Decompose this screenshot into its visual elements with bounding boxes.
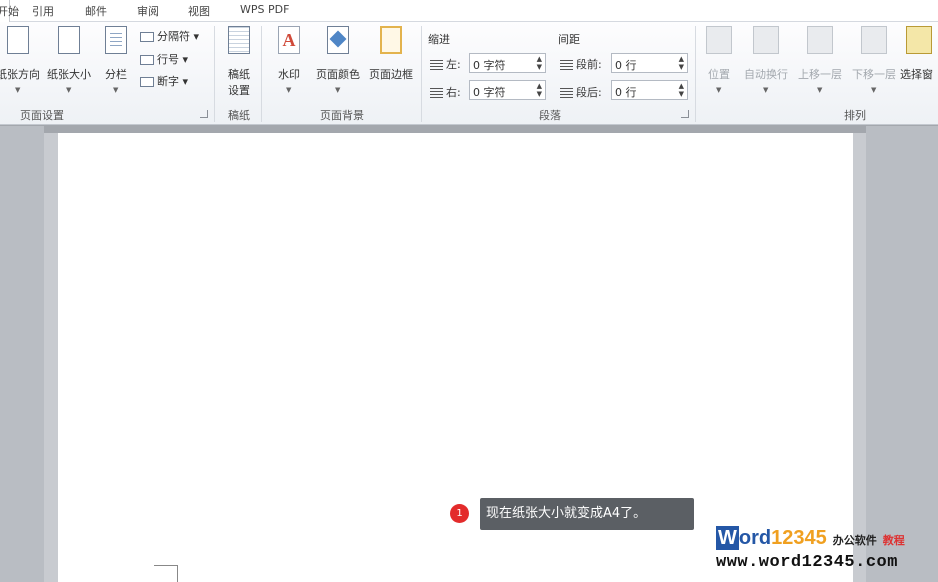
step-badge: 1 [450, 504, 469, 523]
wrap-text-button[interactable]: 自动换行 ▼ [740, 26, 792, 106]
selection-pane-icon [906, 26, 932, 54]
indent-left-input[interactable]: 0 字符 ▲ ▼ [469, 53, 546, 73]
indent-left-icon [430, 60, 443, 70]
columns-icon [105, 26, 127, 54]
group-label-manuscript: 稿纸 [228, 109, 250, 122]
breaks-icon [140, 32, 154, 42]
spacing-before-input[interactable]: 0 行 ▲ ▼ [611, 53, 688, 73]
site-logo: Word12345 办公软件 教程 [716, 526, 905, 550]
chevron-down-icon: ▼ [15, 86, 21, 94]
spacing-before-icon [560, 60, 573, 70]
send-backward-button[interactable]: 下移一层 ▼ [848, 26, 900, 106]
spin-arrows-icon[interactable]: ▲ ▼ [537, 55, 542, 71]
tab-view[interactable]: 视图 [188, 3, 210, 19]
chevron-down-icon: ▼ [817, 86, 823, 94]
page-corner-mark [154, 565, 178, 582]
tab-home[interactable]: 开始 [0, 0, 19, 23]
spacing-after-input[interactable]: 0 行 ▲ ▼ [611, 80, 688, 100]
site-url: www.word12345.com [716, 553, 898, 572]
manuscript-grid-icon [228, 26, 250, 54]
tab-wps-pdf[interactable]: WPS PDF [240, 3, 289, 16]
spacing-after-icon [560, 88, 573, 98]
page-borders-button[interactable]: 页面边框 [365, 26, 417, 106]
dialog-launcher-icon[interactable] [200, 110, 208, 118]
page-color-button[interactable]: 页面颜色 ▼ [312, 26, 364, 106]
breaks-button[interactable]: 分隔符 ▾ [140, 28, 199, 44]
line-numbers-icon [140, 55, 154, 65]
spin-arrows-icon[interactable]: ▲ ▼ [679, 82, 684, 98]
tab-mailings[interactable]: 邮件 [85, 3, 107, 19]
paint-bucket-icon [327, 26, 349, 54]
spin-arrows-icon[interactable]: ▲ ▼ [679, 55, 684, 71]
group-divider [695, 26, 696, 122]
position-icon [706, 26, 732, 54]
group-label-page-setup: 页面设置 [20, 109, 64, 122]
group-label-arrange: 排列 [844, 109, 866, 122]
watermark-button[interactable]: A 水印 ▼ [270, 26, 308, 106]
dialog-launcher-icon[interactable] [681, 110, 689, 118]
ribbon: 纸张方向 ▼ 纸张大小 ▼ 分栏 ▼ 分隔符 ▾ 行号 ▾ 断字 ▾ 页面设置 … [0, 22, 938, 125]
paper-size-button[interactable]: 纸张大小 ▼ [44, 26, 94, 106]
group-label-paragraph: 段落 [539, 109, 561, 122]
group-label-page-background: 页面背景 [320, 109, 364, 122]
columns-button[interactable]: 分栏 ▼ [100, 26, 132, 106]
indent-right-icon [430, 88, 443, 98]
position-button[interactable]: 位置 ▼ [700, 26, 738, 106]
paper-size-icon [58, 26, 80, 54]
chevron-down-icon: ▼ [763, 86, 769, 94]
indent-title: 缩进 [428, 33, 450, 46]
annotation-tooltip: 现在纸张大小就变成A4了。 [480, 498, 694, 530]
indent-right-label: 右: [430, 84, 461, 100]
ribbon-tab-bar: 开始 引用 邮件 审阅 视图 WPS PDF [0, 0, 938, 23]
group-divider [421, 26, 422, 122]
chevron-down-icon: ▼ [66, 86, 72, 94]
chevron-down-icon: ▼ [335, 86, 341, 94]
page-border-icon [380, 26, 402, 54]
bring-forward-icon [807, 26, 833, 54]
spin-arrows-icon[interactable]: ▲ ▼ [537, 82, 542, 98]
indent-right-input[interactable]: 0 字符 ▲ ▼ [469, 80, 546, 100]
tab-references[interactable]: 引用 [32, 3, 54, 19]
group-divider [214, 26, 215, 122]
bring-forward-button[interactable]: 上移一层 ▼ [794, 26, 846, 106]
watermark-icon: A [278, 26, 300, 54]
selection-pane-button[interactable]: 选择窗 [900, 26, 938, 106]
spacing-before-label: 段前: [560, 56, 602, 72]
manuscript-settings-button[interactable]: 稿纸 设置 [220, 26, 258, 106]
chevron-down-icon: ▼ [716, 86, 722, 94]
hyphenation-button[interactable]: 断字 ▾ [140, 73, 188, 89]
chevron-down-icon: ▼ [871, 86, 877, 94]
page-orientation-icon [7, 26, 29, 54]
send-backward-icon [861, 26, 887, 54]
right-margin-rail [866, 126, 938, 582]
orientation-button[interactable]: 纸张方向 ▼ [0, 26, 40, 106]
left-margin-rail [0, 126, 44, 582]
chevron-down-icon: ▼ [286, 86, 292, 94]
chevron-down-icon: ▼ [113, 86, 119, 94]
wrap-text-icon [753, 26, 779, 54]
spacing-title: 间距 [558, 33, 580, 46]
line-numbers-button[interactable]: 行号 ▾ [140, 51, 188, 67]
tab-review[interactable]: 审阅 [137, 3, 159, 19]
indent-left-label: 左: [430, 56, 461, 72]
hyphenation-icon [140, 77, 154, 87]
spacing-after-label: 段后: [560, 84, 602, 100]
